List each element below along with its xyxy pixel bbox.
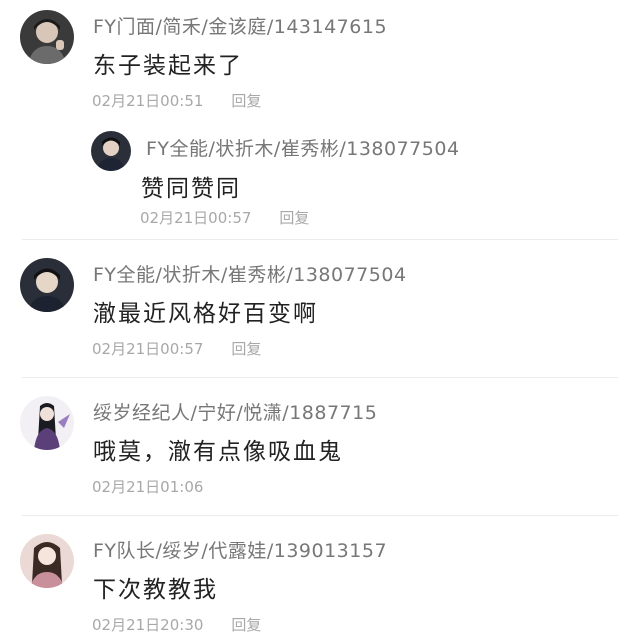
comment-author[interactable]: FY队长/绥岁/代露娃/139013157 [93, 536, 387, 563]
avatar[interactable] [20, 534, 74, 588]
reply-button[interactable]: 回复 [231, 90, 261, 111]
comment-author[interactable]: FY门面/简禾/金该庭/143147615 [93, 12, 387, 39]
comment-meta: 02月21日00:57 回复 [140, 207, 309, 228]
comment-item: FY队长/绥岁/代露娃/139013157 下次教教我 02月21日20:30 回… [0, 516, 640, 641]
avatar[interactable] [20, 396, 74, 450]
comment-time: 02月21日20:30 [92, 616, 204, 634]
comment-meta: 02月21日01:06 [92, 476, 203, 497]
comment-text: 下次教教我 [93, 577, 218, 603]
comment-author[interactable]: FY全能/状折木/崔秀彬/138077504 [146, 134, 460, 161]
comment-time: 02月21日00:51 [92, 92, 204, 110]
avatar[interactable] [91, 131, 131, 171]
comment-time: 02月21日00:57 [92, 340, 204, 358]
comment-meta: 02月21日00:51 回复 [92, 90, 261, 111]
avatar[interactable] [20, 258, 74, 312]
comment-text: 澈最近风格好百变啊 [93, 301, 318, 327]
comment-item: FY全能/状折木/崔秀彬/138077504 澈最近风格好百变啊 02月21日0… [0, 240, 640, 378]
comment-item: 绥岁经纪人/宁好/悦潇/1887715 哦莫，澈有点像吸血鬼 02月21日01:… [0, 378, 640, 516]
comment-author[interactable]: FY全能/状折木/崔秀彬/138077504 [93, 260, 407, 287]
comment-item: FY门面/简禾/金该庭/143147615 东子装起来了 02月21日00:51… [0, 0, 640, 125]
comment-time: 02月21日01:06 [92, 478, 204, 496]
reply-button[interactable]: 回复 [231, 338, 261, 359]
reply-button[interactable]: 回复 [231, 614, 261, 635]
comment-text: 赞同赞同 [141, 176, 241, 202]
comment-meta: 02月21日00:57 回复 [92, 338, 261, 359]
comment-meta: 02月21日20:30 回复 [92, 614, 261, 635]
avatar[interactable] [20, 10, 74, 64]
comment-text: 哦莫，澈有点像吸血鬼 [93, 439, 343, 465]
comment-text: 东子装起来了 [93, 53, 243, 79]
reply-button[interactable]: 回复 [279, 207, 309, 228]
reply-item: FY全能/状折木/崔秀彬/138077504 赞同赞同 02月21日00:57 回… [0, 125, 640, 235]
comment-time: 02月21日00:57 [140, 209, 252, 227]
comment-author[interactable]: 绥岁经纪人/宁好/悦潇/1887715 [93, 398, 377, 425]
